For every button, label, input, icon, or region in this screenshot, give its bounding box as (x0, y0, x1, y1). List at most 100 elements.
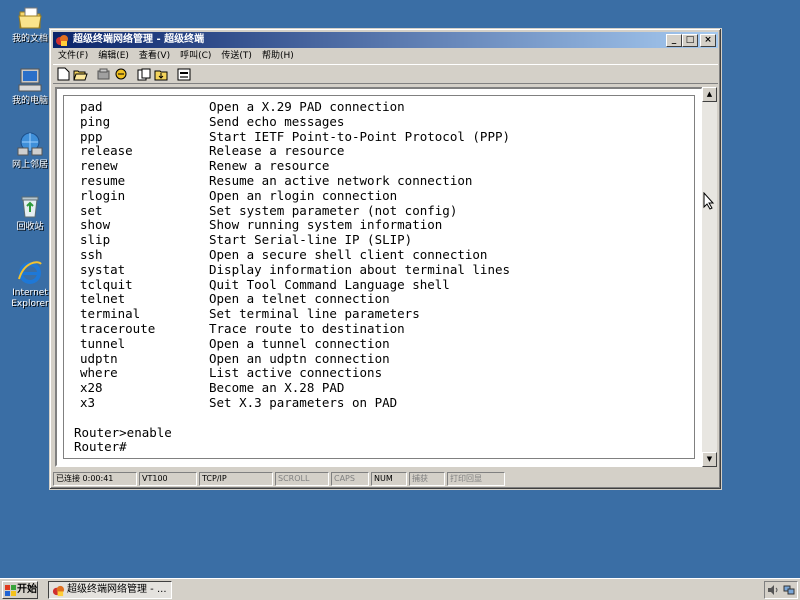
maximize-button[interactable]: □ (682, 34, 698, 47)
command-name: ppp (80, 128, 103, 144)
command-desc: List active connections (209, 365, 383, 381)
command-row: telnet Open a telnet connection (76, 292, 694, 307)
command-desc: Display information about terminal lines (209, 261, 511, 277)
status-capture: 捕获 (409, 472, 445, 486)
network-tray-icon[interactable] (783, 584, 795, 596)
command-row: terminal Set terminal line parameters (76, 306, 694, 322)
receive-icon (154, 70, 167, 80)
window-titlebar[interactable]: 超级终端网络管理 - 超级终端 _ □ × (53, 32, 718, 48)
command-desc: Open a telnet connection (209, 291, 390, 307)
command-row: systat Display information about terminal… (76, 261, 694, 278)
command-name: terminal (80, 306, 141, 322)
enable-command-line: Router>enable (74, 424, 172, 440)
menu-file[interactable]: 文件(F) (53, 49, 93, 63)
disconnect-icon (97, 68, 110, 79)
window-controls: _ □ × (666, 34, 716, 47)
command-name: renew (80, 158, 118, 174)
send-icon (137, 68, 150, 80)
recycle-bin-icon (21, 196, 39, 218)
mouse-cursor-icon (703, 192, 715, 210)
command-desc: Start IETF Point-to-Point Protocol (PPP) (209, 128, 511, 144)
command-row: show Show running system information (76, 218, 694, 233)
menu-transfer[interactable]: 传送(T) (216, 49, 257, 63)
menu-call[interactable]: 呼叫(C) (175, 49, 216, 63)
command-row: x28 Become an X.28 PAD (76, 380, 694, 396)
status-bar: 已连接 0:00:41 VT100 TCP/IP SCROLL CAPS NUM… (53, 472, 718, 488)
status-caps: CAPS (331, 472, 369, 486)
command-desc: Renew a resource (209, 158, 330, 174)
command-row: x3 Set X.3 parameters on PAD (76, 394, 694, 411)
command-row: ping Send echo messages (76, 114, 694, 130)
command-desc: Release a resource (209, 143, 345, 159)
new-icon (57, 67, 70, 81)
command-name: set (80, 202, 103, 218)
properties-icon (115, 68, 126, 80)
terminal-frame: pad Open a X.29 PAD connection ping Send e… (55, 87, 703, 467)
scroll-down-button[interactable]: ▼ (702, 452, 717, 467)
command-row: pad Open a X.29 PAD connection (76, 99, 694, 115)
command-row: slip Start Serial-line IP (SLIP) (76, 232, 694, 248)
my-computer-icon (18, 68, 42, 92)
command-desc: Show running system information (209, 217, 443, 233)
terminal-output[interactable]: pad Open a X.29 PAD connection ping Send e… (63, 95, 695, 459)
command-row: tclquit Quit Tool Command Language shell (76, 276, 694, 293)
network-places-icon (17, 132, 43, 156)
toolbar (53, 64, 718, 84)
send-button[interactable] (135, 66, 152, 82)
command-name: release (80, 143, 133, 159)
menu-bar: 文件(F) 编辑(E) 查看(V) 呼叫(C) 传送(T) 帮助(H) (53, 49, 718, 63)
taskbar-item-hyperterminal[interactable]: 超级终端网络管理 - ... (48, 581, 172, 599)
command-desc: Set terminal line parameters (209, 306, 420, 322)
command-name: slip (80, 232, 111, 248)
status-emulation: VT100 (139, 472, 197, 486)
command-desc: Set X.3 parameters on PAD (209, 394, 398, 410)
command-row: rlogin Open an rlogin connection (76, 187, 694, 204)
new-connection-button[interactable] (55, 66, 72, 82)
command-row: where List active connections (76, 366, 694, 381)
command-name: resume (80, 172, 126, 188)
system-tray (764, 581, 798, 599)
windows-logo-icon (5, 585, 16, 596)
status-scroll: SCROLL (275, 472, 329, 486)
command-name: x3 (80, 394, 96, 410)
command-name: rlogin (80, 187, 126, 203)
internet-explorer-icon (18, 261, 42, 284)
command-name: where (80, 365, 118, 381)
menu-edit[interactable]: 编辑(E) (93, 49, 134, 63)
command-name: tclquit (80, 276, 133, 292)
command-desc: Become an X.28 PAD (209, 380, 345, 396)
call-button[interactable] (95, 66, 112, 82)
close-button[interactable]: × (700, 34, 716, 47)
hyperterminal-window: 超级终端网络管理 - 超级终端 _ □ × 文件(F) 编辑(E) 查看(V) … (49, 28, 722, 490)
volume-icon[interactable] (767, 584, 779, 596)
command-row: ppp Start IETF Point-to-Point Protocol (P… (76, 128, 694, 145)
status-protocol: TCP/IP (199, 472, 273, 486)
receive-button[interactable] (152, 66, 169, 82)
command-name: ssh (80, 246, 103, 262)
window-title: 超级终端网络管理 - 超级终端 (73, 34, 205, 45)
command-name: tunnel (80, 335, 126, 351)
vertical-scrollbar[interactable]: ▲ ▼ (702, 87, 717, 467)
command-desc: Open a secure shell client connection (209, 246, 488, 262)
open-button[interactable] (72, 66, 89, 82)
menu-help[interactable]: 帮助(H) (257, 49, 299, 63)
start-label: 开始 (17, 584, 37, 595)
command-desc: Open an udptn connection (209, 350, 390, 366)
command-row: resume Resume an active network connectio… (76, 172, 694, 189)
properties-button[interactable] (175, 66, 192, 82)
command-desc: Open a X.29 PAD connection (209, 99, 405, 114)
hangup-button[interactable] (112, 66, 129, 82)
start-button[interactable]: 开始 (2, 581, 38, 599)
copy-icon (177, 68, 190, 80)
command-row: tunnel Open a tunnel connection (76, 335, 694, 352)
command-name: telnet (80, 291, 126, 307)
minimize-button[interactable]: _ (666, 34, 682, 47)
status-connected-time: 已连接 0:00:41 (53, 472, 137, 486)
command-name: show (80, 217, 111, 233)
command-name: systat (80, 261, 126, 277)
menu-view[interactable]: 查看(V) (134, 49, 175, 63)
scroll-up-button[interactable]: ▲ (702, 87, 717, 102)
status-num: NUM (371, 472, 407, 486)
command-desc: Open a tunnel connection (209, 335, 390, 351)
